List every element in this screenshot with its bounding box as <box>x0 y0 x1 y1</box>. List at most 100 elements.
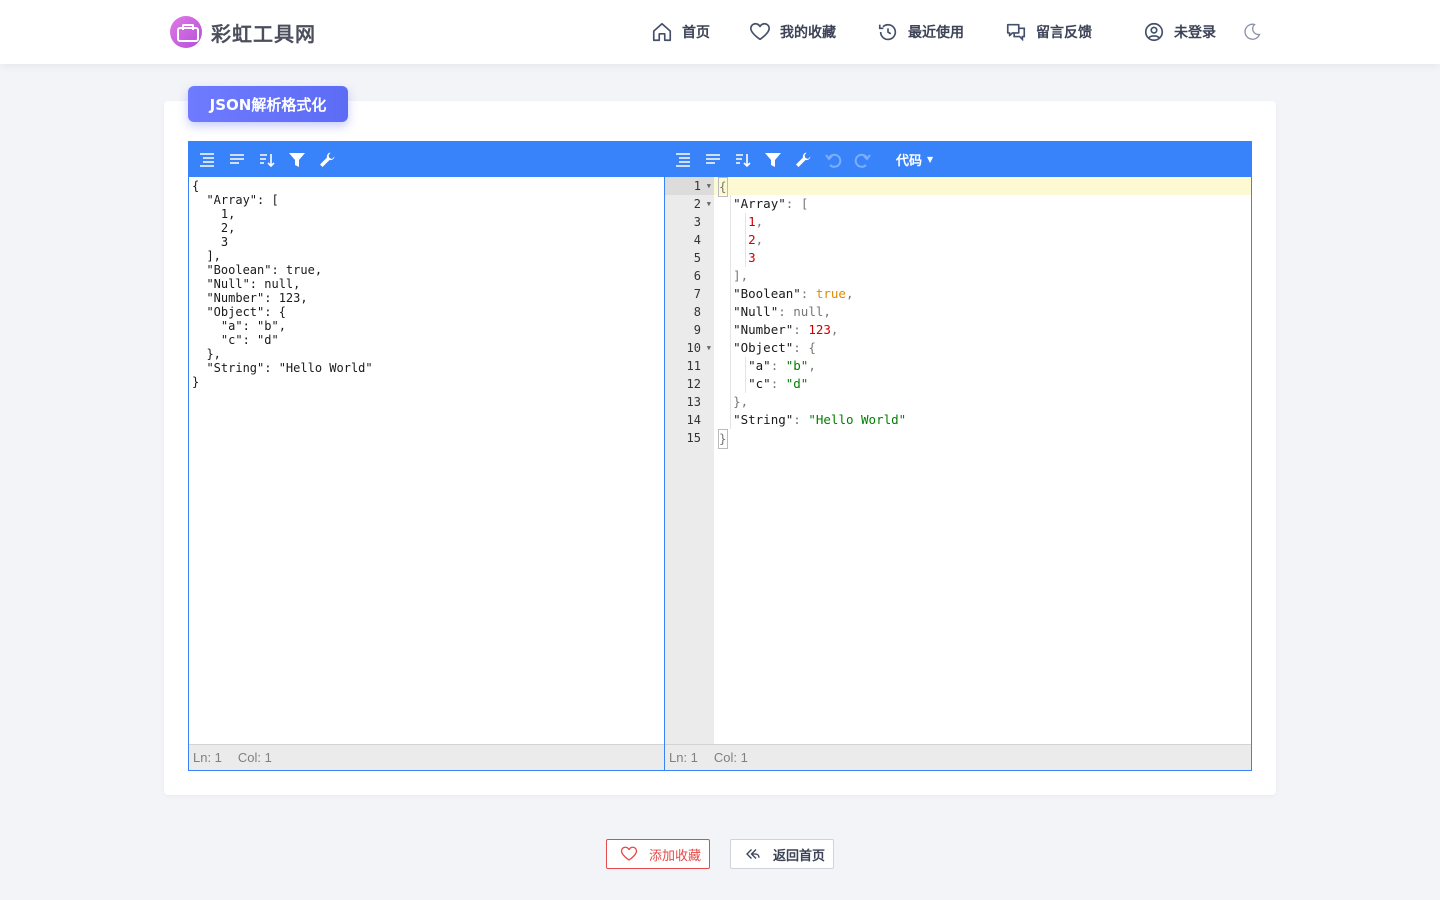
line-number-text: 2 <box>693 197 701 211</box>
fold-toggle-icon[interactable]: ▼ <box>707 339 711 357</box>
line-number: 4 <box>665 231 714 249</box>
compact-button[interactable] <box>698 142 728 177</box>
filter-icon <box>765 152 781 167</box>
line-number: 13 <box>665 393 714 411</box>
text-line: "Object": { <box>192 305 286 319</box>
code-line: 1, <box>748 214 764 229</box>
line-number: 15 <box>665 429 714 447</box>
history-icon <box>877 21 899 43</box>
line-number-text: 5 <box>693 251 701 265</box>
caret-down-icon: ▼ <box>927 155 934 164</box>
code-line: "Array": [ <box>733 196 809 211</box>
line-number-text: 15 <box>686 431 701 445</box>
text-line: ], <box>192 249 221 263</box>
add-favorite-button[interactable]: 添加收藏 <box>606 839 710 869</box>
text-line: "c": "d" <box>192 333 279 347</box>
nav-item-label: 留言反馈 <box>1036 25 1092 41</box>
code-line: "a": "b", <box>748 358 816 373</box>
line-number-text: 9 <box>693 323 701 337</box>
code-line: "Boolean": true, <box>733 286 854 301</box>
top-header: 彩虹工具网 首页 我的收藏 最近使用 留言反馈 未登录 <box>0 0 1440 64</box>
text-line: }, <box>192 347 221 361</box>
code-area[interactable]: 1 ▼ 2 ▼ 3 4 5 6 7 8 9 10 ▼ 11 12 13 14 15 { "Array": [ 1,… <box>665 177 1251 744</box>
sort-button[interactable] <box>252 142 282 177</box>
text-line: 1, <box>192 207 236 221</box>
code-line: 2, <box>748 232 764 247</box>
undo-button[interactable] <box>818 142 848 177</box>
column-indicator: Col: 1 <box>237 750 272 765</box>
line-number-text: 6 <box>693 269 701 283</box>
mode-selector[interactable]: 代码 ▼ <box>896 150 933 169</box>
line-number: 11 <box>665 357 714 375</box>
code-line: { <box>714 177 1251 197</box>
nav-item-recent[interactable]: 最近使用 <box>877 20 964 44</box>
compact-icon <box>706 153 720 164</box>
sort-icon <box>260 153 275 167</box>
text-line: 2, <box>192 221 236 235</box>
theme-toggle[interactable] <box>1242 22 1262 42</box>
user-icon <box>1143 21 1165 43</box>
code-line: "String": "Hello World" <box>733 412 907 427</box>
line-number-text: 14 <box>686 413 701 427</box>
format-button[interactable] <box>668 142 698 177</box>
nav-item-home[interactable]: 首页 <box>651 20 710 44</box>
line-number: 1 ▼ <box>665 177 714 195</box>
code-line: } <box>714 429 1251 449</box>
line-gutter: 1 ▼ 2 ▼ 3 4 5 6 7 8 9 10 ▼ 11 12 13 14 15 <box>665 177 714 744</box>
nav-item-label: 首页 <box>682 25 710 41</box>
compact-icon <box>230 153 244 164</box>
nav-item-favorites[interactable]: 我的收藏 <box>749 20 836 44</box>
moon-icon <box>1242 23 1262 46</box>
line-indicator: Ln: 1 <box>669 750 698 765</box>
heart-icon <box>749 21 771 43</box>
text-line: "Boolean": true, <box>192 263 323 277</box>
site-logo[interactable]: 彩虹工具网 <box>170 16 316 48</box>
fold-toggle-icon[interactable]: ▼ <box>707 195 711 213</box>
text-line: "Array": [ <box>192 193 279 207</box>
line-number-text: 8 <box>693 305 701 319</box>
text-line: "a": "b", <box>192 319 286 333</box>
filter-button[interactable] <box>758 142 788 177</box>
code-line: "Null": null, <box>733 304 831 319</box>
nav-item-login[interactable]: 未登录 <box>1143 20 1216 44</box>
line-number: 9 <box>665 321 714 339</box>
json-textarea[interactable]: { "Array": [ 1, 2, 3 ], "Boolean": true,… <box>189 177 664 744</box>
heart-icon <box>619 844 639 864</box>
text-line: "Number": 123, <box>192 291 308 305</box>
repair-button[interactable] <box>788 142 818 177</box>
back-home-button[interactable]: 返回首页 <box>730 839 834 869</box>
format-icon <box>676 152 690 167</box>
line-number: 14 <box>665 411 714 429</box>
line-number: 10 ▼ <box>665 339 714 357</box>
line-number: 2 ▼ <box>665 195 714 213</box>
home-icon <box>651 21 673 43</box>
line-number-text: 11 <box>686 359 701 373</box>
line-number: 3 <box>665 213 714 231</box>
format-button[interactable] <box>192 142 222 177</box>
code-lines[interactable]: { "Array": [ 1, 2, 3 ], "Boolean": true,… <box>714 177 1251 744</box>
repair-button[interactable] <box>312 142 342 177</box>
nav-item-feedback[interactable]: 留言反馈 <box>1005 20 1092 44</box>
nav-item-label: 未登录 <box>1174 25 1216 41</box>
site-name: 彩虹工具网 <box>211 21 316 46</box>
redo-button[interactable] <box>848 142 878 177</box>
code-line: "Object": { <box>733 340 816 355</box>
line-indicator: Ln: 1 <box>193 750 222 765</box>
text-line: "String": "Hello World" <box>192 361 373 375</box>
line-number-text: 13 <box>686 395 701 409</box>
format-icon <box>200 152 214 167</box>
code-line: "c": "d" <box>748 376 809 391</box>
mode-label: 代码 <box>896 154 923 169</box>
editor-toolbar: 代码 ▼ <box>665 142 1251 177</box>
filter-button[interactable] <box>282 142 312 177</box>
toolbox-icon <box>170 16 202 48</box>
nav-item-label: 最近使用 <box>908 25 964 41</box>
wrench-icon <box>796 152 811 167</box>
compact-button[interactable] <box>222 142 252 177</box>
page-title: JSON解析格式化 <box>188 86 348 122</box>
line-number-text: 10 <box>686 341 701 355</box>
sort-button[interactable] <box>728 142 758 177</box>
fold-toggle-icon[interactable]: ▼ <box>707 177 711 195</box>
json-text-editor: { "Array": [ 1, 2, 3 ], "Boolean": true,… <box>188 141 665 771</box>
code-line: ], <box>733 268 749 283</box>
